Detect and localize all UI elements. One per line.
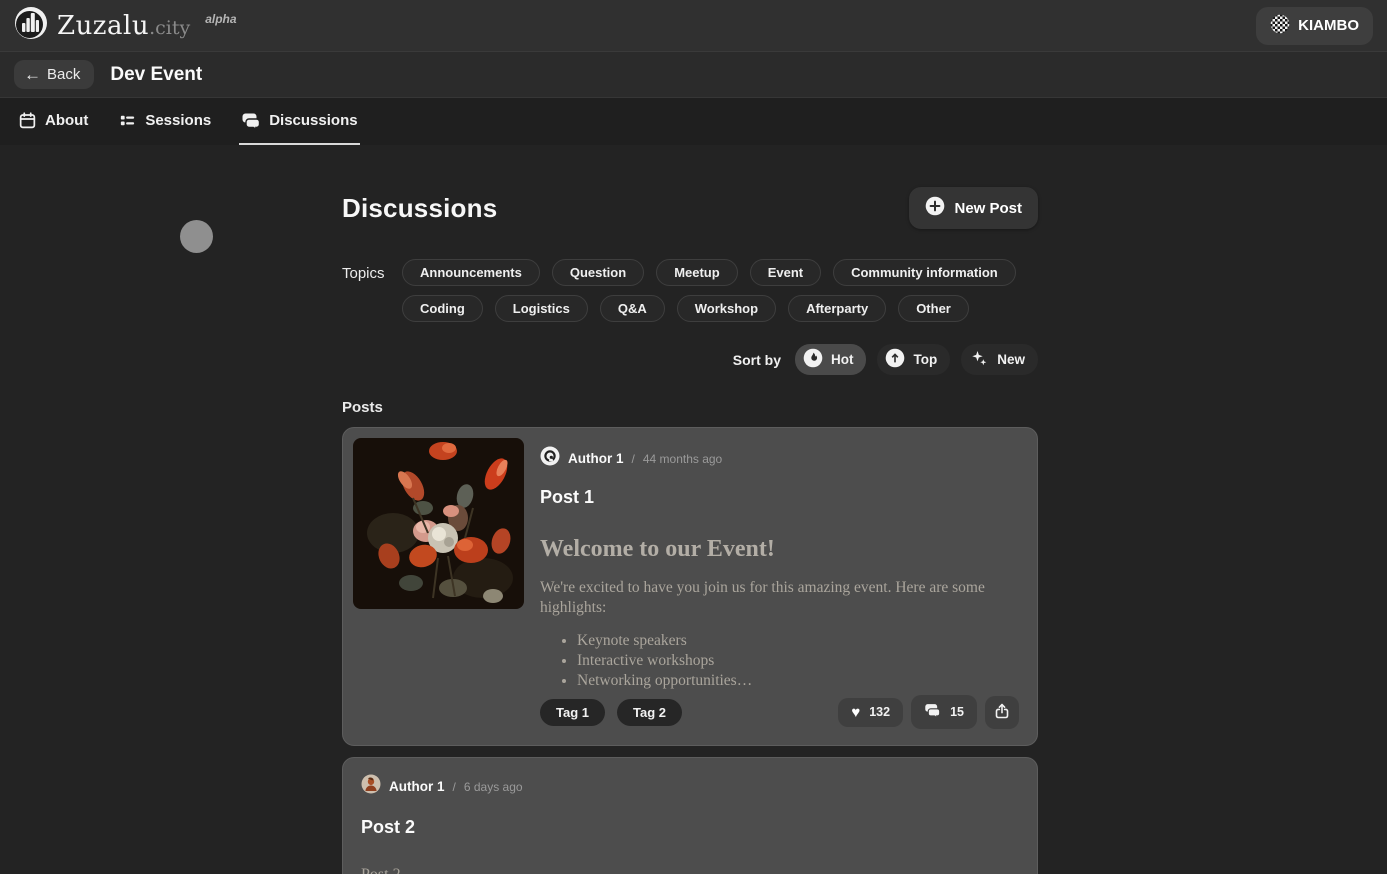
new-post-label: New Post bbox=[954, 200, 1022, 217]
sort-hot-label: Hot bbox=[831, 352, 854, 367]
alpha-badge: alpha bbox=[205, 12, 236, 26]
back-arrow-icon: ← bbox=[24, 66, 41, 83]
topic-chip-community-information[interactable]: Community information bbox=[833, 259, 1016, 286]
page-content: Discussions New Post Topics Announcement… bbox=[0, 145, 1387, 874]
comments-button[interactable]: 15 bbox=[911, 695, 977, 729]
calendar-icon bbox=[18, 111, 37, 130]
tab-about-label: About bbox=[45, 112, 88, 129]
list-item: Networking opportunities… bbox=[577, 672, 1019, 690]
sparkles-icon bbox=[969, 348, 989, 371]
meta-separator: / bbox=[453, 780, 456, 794]
discussions-chat-icon bbox=[241, 111, 261, 131]
post-2-author[interactable]: Author 1 bbox=[389, 779, 445, 794]
post-1-highlights-list: Keynote speakers Interactive workshops N… bbox=[540, 630, 1019, 692]
topic-chip-other[interactable]: Other bbox=[898, 295, 969, 322]
arrow-up-circle-icon bbox=[885, 348, 905, 371]
share-icon bbox=[995, 703, 1009, 722]
like-button[interactable]: ♥ 132 bbox=[838, 698, 903, 727]
topic-chip-qa[interactable]: Q&A bbox=[600, 295, 665, 322]
post-tag-2[interactable]: Tag 2 bbox=[617, 699, 682, 726]
event-tab-bar: About Sessions Discussions bbox=[0, 98, 1387, 145]
meta-separator: / bbox=[632, 452, 635, 466]
new-post-button[interactable]: New Post bbox=[909, 187, 1038, 229]
page-title: Discussions bbox=[342, 193, 497, 224]
discussions-panel: Discussions New Post Topics Announcement… bbox=[342, 145, 1038, 874]
post-thumbnail-flower-painting bbox=[353, 438, 524, 609]
topic-chip-workshop[interactable]: Workshop bbox=[677, 295, 776, 322]
topics-label: Topics bbox=[342, 259, 386, 322]
user-account-button[interactable]: KIAMBO bbox=[1256, 7, 1373, 45]
checkered-avatar-icon bbox=[1270, 14, 1290, 38]
post-1-footer: Tag 1 Tag 2 ♥ 132 bbox=[540, 695, 1019, 733]
list-item: Interactive workshops bbox=[577, 652, 1019, 670]
comment-bubbles-icon bbox=[924, 702, 941, 722]
logo-name: Zuzalu bbox=[57, 11, 149, 41]
post-card-2[interactable]: Author 1 / 6 days ago Post 2 Post 2 bbox=[342, 757, 1038, 874]
topic-chip-logistics[interactable]: Logistics bbox=[495, 295, 588, 322]
tab-sessions[interactable]: Sessions bbox=[116, 98, 213, 145]
sort-top-button[interactable]: Top bbox=[877, 344, 950, 375]
sessions-list-icon bbox=[118, 111, 137, 130]
sort-by-label: Sort by bbox=[733, 352, 781, 368]
back-label: Back bbox=[47, 66, 80, 83]
topic-chip-coding[interactable]: Coding bbox=[402, 295, 483, 322]
topics-filter: Topics Announcements Question Meetup Eve… bbox=[342, 259, 1038, 322]
sort-top-label: Top bbox=[913, 352, 937, 367]
author-avatar-photo bbox=[361, 774, 381, 799]
sort-new-button[interactable]: New bbox=[961, 344, 1038, 375]
share-button[interactable] bbox=[985, 696, 1019, 729]
post-card-1[interactable]: Author 1 / 44 months ago Post 1 Welcome … bbox=[342, 427, 1038, 746]
heart-icon: ♥ bbox=[851, 705, 860, 720]
topic-chip-meetup[interactable]: Meetup bbox=[656, 259, 738, 286]
posts-section-label: Posts bbox=[342, 399, 1038, 416]
plus-circle-icon bbox=[925, 196, 945, 220]
post-2-title: Post 2 bbox=[361, 817, 1019, 838]
app-logo[interactable]: Zuzalu.city alpha bbox=[14, 6, 237, 45]
sort-hot-button[interactable]: Hot bbox=[795, 344, 867, 375]
post-1-body-heading: Welcome to our Event! bbox=[540, 536, 1019, 563]
sort-controls: Sort by Hot Top bbox=[342, 344, 1038, 375]
topic-chip-event[interactable]: Event bbox=[750, 259, 821, 286]
post-tag-1[interactable]: Tag 1 bbox=[540, 699, 605, 726]
sort-new-label: New bbox=[997, 352, 1025, 367]
city-skyline-icon bbox=[14, 6, 48, 45]
event-nav-bar: ← Back Dev Event bbox=[0, 52, 1387, 98]
tab-discussions[interactable]: Discussions bbox=[239, 98, 359, 145]
top-bar: Zuzalu.city alpha KIAMBO bbox=[0, 0, 1387, 52]
comment-count: 15 bbox=[950, 705, 964, 719]
back-button[interactable]: ← Back bbox=[14, 60, 94, 89]
topic-chip-afterparty[interactable]: Afterparty bbox=[788, 295, 886, 322]
post-2-body: Post 2 bbox=[361, 866, 1019, 874]
tab-discussions-label: Discussions bbox=[269, 112, 357, 129]
post-1-body-paragraph: We're excited to have you join us for th… bbox=[540, 578, 1010, 618]
author-avatar-icon bbox=[540, 446, 560, 471]
logo-suffix: .city bbox=[149, 17, 190, 39]
user-name-label: KIAMBO bbox=[1298, 17, 1359, 34]
post-1-title: Post 1 bbox=[540, 487, 1019, 508]
flame-icon bbox=[803, 348, 823, 371]
post-2-header: Author 1 / 6 days ago bbox=[361, 774, 1019, 799]
topic-chip-question[interactable]: Question bbox=[552, 259, 644, 286]
post-1-header: Author 1 / 44 months ago bbox=[540, 446, 1019, 471]
like-count: 132 bbox=[869, 705, 890, 719]
post-1-author[interactable]: Author 1 bbox=[568, 451, 624, 466]
event-title: Dev Event bbox=[110, 64, 202, 86]
topic-chip-announcements[interactable]: Announcements bbox=[402, 259, 540, 286]
post-2-timestamp: 6 days ago bbox=[464, 780, 523, 794]
post-1-timestamp: 44 months ago bbox=[643, 452, 722, 466]
tab-about[interactable]: About bbox=[16, 98, 90, 145]
cursor-highlight-dot bbox=[180, 220, 213, 253]
list-item: Keynote speakers bbox=[577, 632, 1019, 650]
tab-sessions-label: Sessions bbox=[145, 112, 211, 129]
